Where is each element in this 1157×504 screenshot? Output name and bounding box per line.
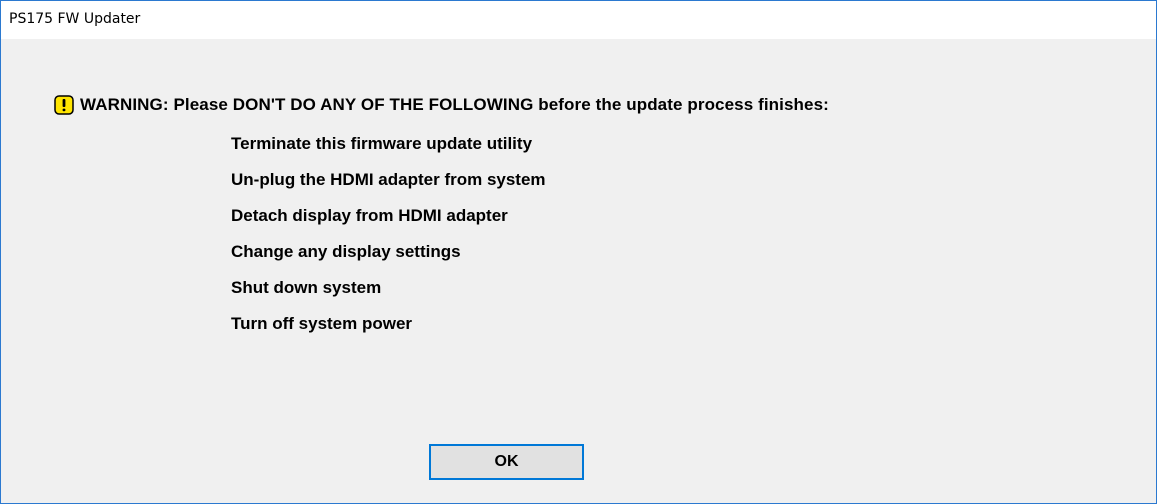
list-item: Turn off system power bbox=[231, 314, 413, 333]
warning-icon bbox=[54, 95, 74, 115]
list-item: Change any display settings bbox=[231, 242, 461, 261]
list-item: Detach display from HDMI adapter bbox=[231, 206, 508, 225]
title-bar[interactable]: PS175 FW Updater bbox=[1, 1, 1156, 39]
prohibited-actions-list: Terminate this firmware update utility U… bbox=[231, 133, 546, 349]
list-item: Terminate this firmware update utility bbox=[231, 134, 533, 153]
updater-window: PS175 FW Updater WARNING: Please DON'T D… bbox=[0, 0, 1157, 504]
window-title: PS175 FW Updater bbox=[9, 11, 141, 27]
ok-button[interactable]: OK bbox=[429, 444, 584, 480]
list-item: Un-plug the HDMI adapter from system bbox=[231, 170, 546, 189]
warning-text: WARNING: Please DON'T DO ANY OF THE FOLL… bbox=[80, 95, 829, 114]
list-item: Shut down system bbox=[231, 278, 382, 297]
warning-message: WARNING: Please DON'T DO ANY OF THE FOLL… bbox=[54, 93, 829, 117]
dialog-content: WARNING: Please DON'T DO ANY OF THE FOLL… bbox=[1, 39, 1156, 503]
